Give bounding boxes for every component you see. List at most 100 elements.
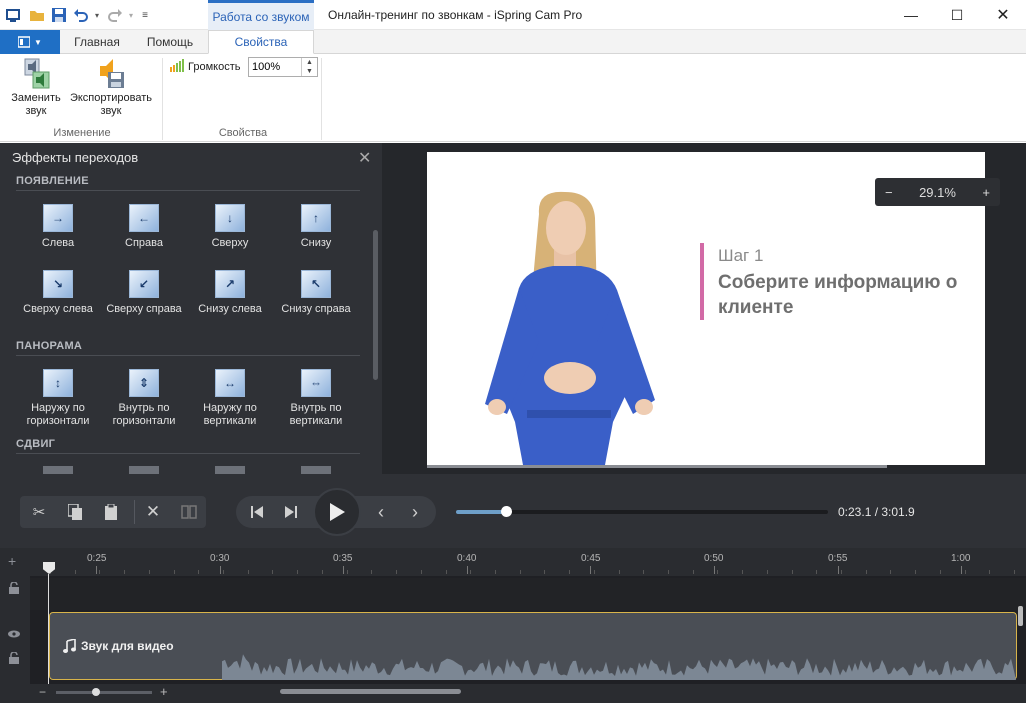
zoom-out-button[interactable]: − [885, 185, 893, 200]
timeline-ruler[interactable] [30, 548, 1026, 576]
ruler-minor-tick [841, 570, 842, 574]
timeline-vertical-scrollbar[interactable] [1018, 606, 1023, 626]
ruler-major-tick [343, 566, 344, 574]
timeline-zoom-in-icon[interactable]: + [160, 684, 168, 699]
section-divider [16, 453, 360, 454]
arrow-down-right-icon: ↘ [43, 270, 73, 298]
effect-out-vertical[interactable]: ↔ Наружу по вертикали [190, 369, 270, 428]
eye-icon[interactable] [8, 629, 20, 641]
timeline-horizontal-scrollbar[interactable] [280, 689, 461, 694]
effect-left[interactable]: → Слева [18, 204, 98, 250]
zoom-in-button[interactable]: + [982, 185, 990, 200]
ruler-minor-tick [1014, 570, 1015, 574]
tab-help[interactable]: Помощь [134, 30, 206, 54]
time-readout: 0:23.1 / 3:01.9 [838, 505, 915, 519]
tab-properties[interactable]: Свойства [208, 30, 314, 54]
expand-horizontal-icon: ↔ [215, 369, 245, 397]
paste-icon[interactable] [98, 496, 124, 528]
close-icon[interactable]: ✕ [980, 0, 1026, 30]
replace-sound-label: Заменить звук [11, 92, 61, 117]
ruler-minor-tick [520, 570, 521, 574]
ruler-major-tick [961, 566, 962, 574]
tab-home[interactable]: Главная [62, 30, 132, 54]
ruler-minor-tick [470, 570, 471, 574]
video-track[interactable] [30, 578, 1026, 610]
skip-forward-icon[interactable] [278, 496, 304, 528]
close-icon[interactable]: ✕ [358, 148, 371, 168]
panel-scrollbar[interactable] [373, 230, 378, 380]
effect-label: Наружу по горизонтали [26, 402, 90, 427]
export-sound-icon [100, 59, 124, 88]
ruler-major-tick [838, 566, 839, 574]
effect-top[interactable]: ↓ Сверху [190, 204, 270, 250]
replace-sound-button[interactable]: Заменить звук [8, 56, 64, 118]
ruler-minor-tick [594, 570, 595, 574]
timeline-zoom-slider[interactable] [56, 691, 152, 694]
effect-in-horizontal[interactable]: ⇕ Внутрь по горизонтали [104, 369, 184, 428]
ruler-minor-tick [742, 570, 743, 574]
effect-label: Сверху справа [106, 303, 182, 315]
volume-icon [170, 59, 186, 76]
tick-label: 0:35 [333, 553, 353, 564]
progress-fill [456, 510, 506, 514]
ruler-minor-tick [198, 570, 199, 574]
slide-accent-bar [700, 243, 704, 320]
ruler-minor-tick [248, 570, 249, 574]
stepper-down-icon[interactable]: ▼ [302, 67, 317, 76]
progress-handle[interactable] [501, 506, 512, 517]
effect-in-vertical[interactable]: ⇔ Внутрь по вертикали [276, 369, 356, 428]
minimize-icon[interactable]: — [888, 0, 934, 30]
cut-icon[interactable]: ✂ [26, 496, 52, 528]
effect-top-left[interactable]: ↘ Сверху слева [18, 270, 98, 316]
section-title: ПАНОРАМА [16, 340, 83, 352]
effect-top-right[interactable]: ↙ Сверху справа [104, 270, 184, 316]
file-menu-button[interactable]: ▼ [0, 30, 60, 54]
effect-out-horizontal[interactable]: ↕ Наружу по горизонтали [18, 369, 98, 428]
next-frame-icon[interactable]: › [402, 496, 428, 528]
ruler-minor-tick [99, 570, 100, 574]
effect-right[interactable]: ← Справа [104, 204, 184, 250]
timeline-zoom-out-icon[interactable]: − [39, 685, 46, 699]
customize-toolbar-icon[interactable]: ≡ [136, 6, 154, 24]
save-icon[interactable] [50, 6, 68, 24]
ruler-minor-tick [890, 570, 891, 574]
effect-bottom[interactable]: ↑ Снизу [276, 204, 356, 250]
expand-vertical-icon: ↕ [43, 369, 73, 397]
effect-bottom-left[interactable]: ↗ Снизу слева [190, 270, 270, 316]
export-sound-button[interactable]: Экспортировать звук [66, 56, 156, 118]
section-divider [16, 190, 360, 191]
ruler-minor-tick [619, 570, 620, 574]
lock-icon[interactable] [9, 651, 19, 667]
open-folder-icon[interactable] [28, 6, 46, 24]
ribbon-divider [162, 58, 163, 140]
ruler-minor-tick [915, 570, 916, 574]
ruler-minor-tick [792, 570, 793, 574]
clip-title: Звук для видео [81, 639, 174, 653]
skip-back-icon[interactable] [244, 496, 270, 528]
ruler-major-tick [220, 566, 221, 574]
copy-icon[interactable] [62, 496, 88, 528]
lock-icon[interactable] [9, 581, 19, 597]
delete-icon[interactable]: ✕ [140, 496, 166, 528]
timeline-zoom-handle[interactable] [92, 688, 100, 696]
maximize-icon[interactable]: ☐ [934, 0, 980, 30]
app-icon[interactable] [4, 6, 22, 24]
arrow-down-left-icon: ↙ [129, 270, 159, 298]
ruler-minor-tick [223, 570, 224, 574]
volume-stepper[interactable]: ▲ ▼ [301, 58, 317, 76]
effect-label: Сверху слева [23, 303, 93, 315]
context-tab-sound[interactable]: Работа со звуком [208, 0, 314, 30]
previous-frame-icon[interactable]: ‹ [368, 496, 394, 528]
ruler-minor-tick [717, 570, 718, 574]
ruler-minor-tick [693, 570, 694, 574]
split-icon[interactable] [176, 496, 202, 528]
effect-bottom-right[interactable]: ↖ Снизу справа [276, 270, 356, 316]
undo-dropdown-icon[interactable]: ▾ [88, 6, 106, 24]
volume-label: Громкость [188, 61, 241, 73]
stepper-up-icon[interactable]: ▲ [302, 58, 317, 67]
ruler-major-tick [714, 566, 715, 574]
play-button[interactable] [313, 488, 361, 536]
tick-label: 1:00 [951, 553, 971, 564]
add-track-icon[interactable]: + [8, 553, 16, 569]
ruler-minor-tick [75, 570, 76, 574]
